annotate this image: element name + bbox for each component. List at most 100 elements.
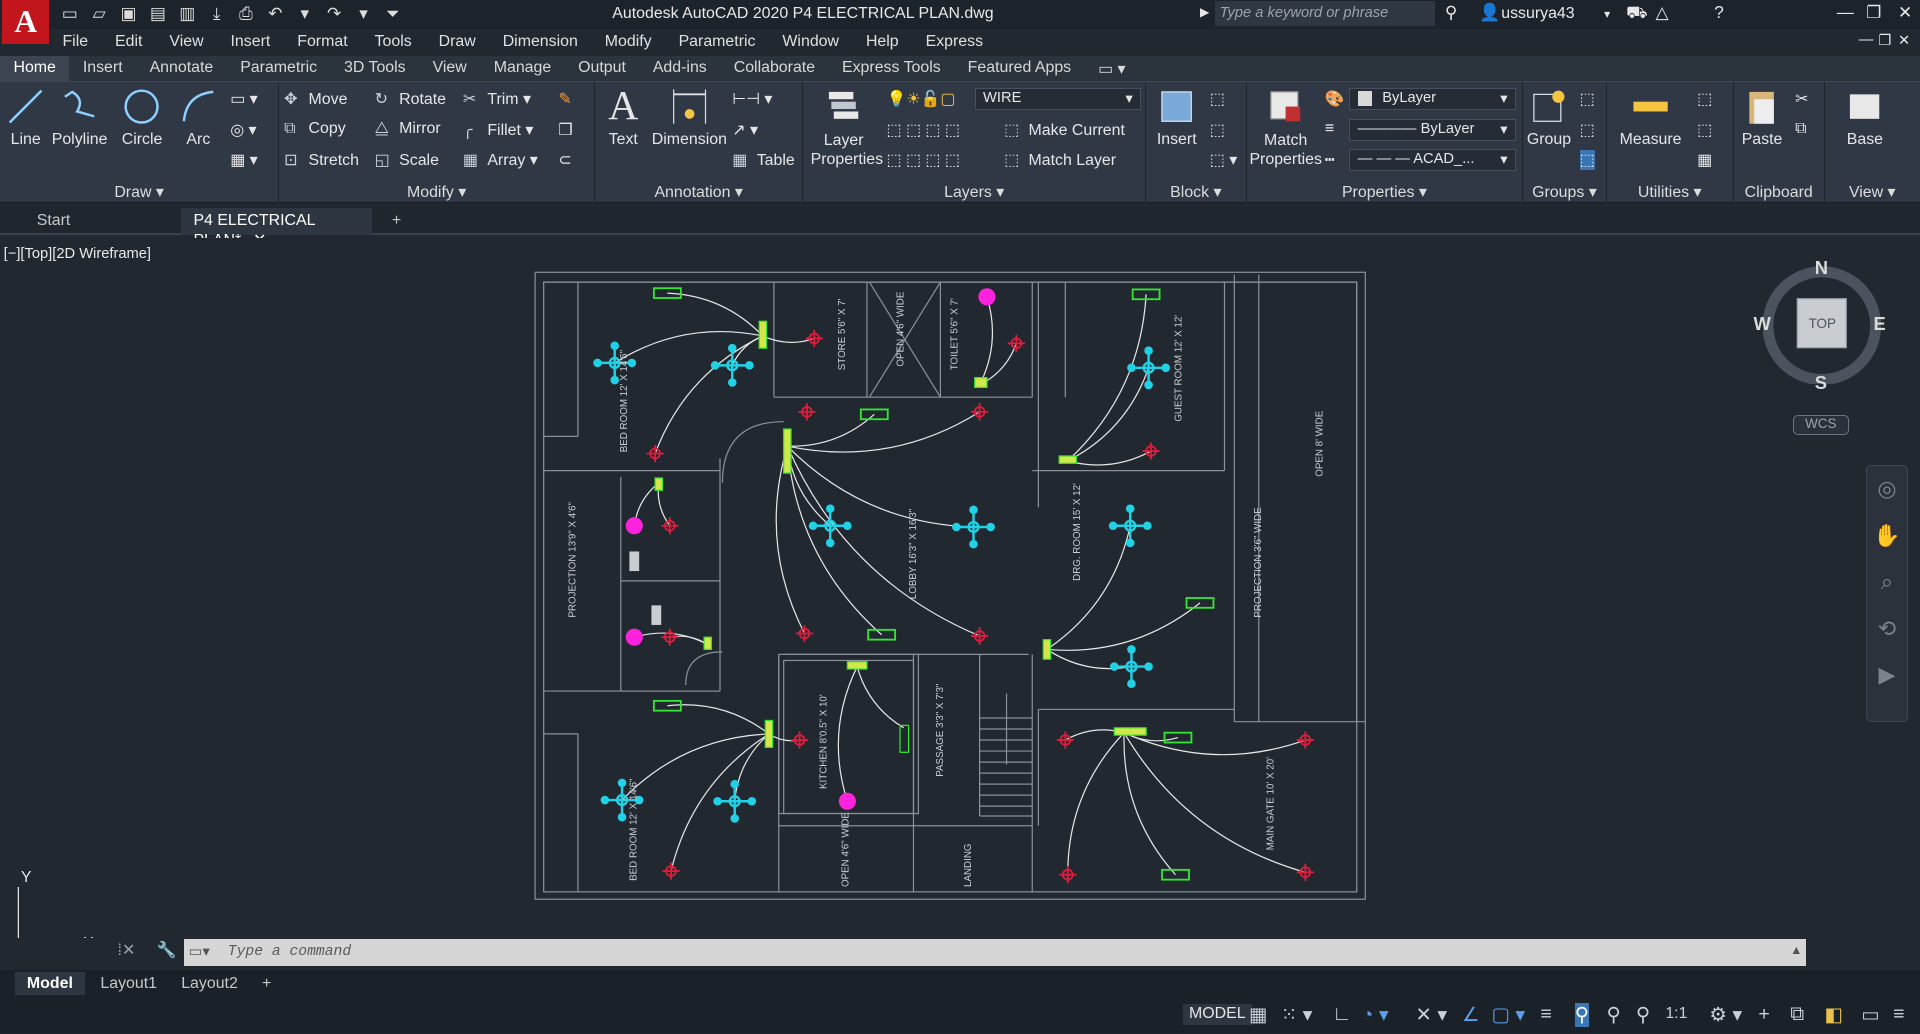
linetype-dropdown[interactable]: — — — ACAD_... ▾ [1349, 149, 1516, 172]
menu-format[interactable]: Format [284, 31, 361, 55]
rectangle-icon[interactable]: ▭ ▾ [230, 89, 257, 109]
doc-minimize-icon[interactable]: — [1859, 32, 1874, 48]
lineweight-dropdown[interactable]: ———— ByLayer ▾ [1349, 118, 1516, 141]
command-input[interactable]: Type a command [183, 939, 1807, 967]
drawing-tab[interactable]: P4 ELECTRICAL PLAN* ✕ [181, 208, 373, 249]
menu-edit[interactable]: Edit [102, 31, 156, 55]
annotation-scale-icon[interactable]: ⚲ [1636, 1003, 1650, 1027]
menu-dimension[interactable]: Dimension [489, 31, 591, 55]
customize-qat-icon[interactable]: ⏷ [382, 2, 404, 24]
customize-status-icon[interactable]: ≡ [1893, 1003, 1904, 1026]
id-point-icon[interactable]: ⬚ [1697, 89, 1712, 109]
isodraft-icon[interactable]: ✕ ▾ [1416, 1003, 1448, 1027]
binoculars-icon[interactable]: ⚲ [1445, 2, 1458, 23]
tab-layout1[interactable]: Layout1 [88, 972, 169, 995]
units-icon[interactable]: ⧉ [1790, 1003, 1804, 1026]
calculator-icon[interactable]: ▦ [1697, 150, 1712, 170]
menu-tools[interactable]: Tools [361, 31, 425, 55]
edit-block-icon[interactable]: ⬚ [1210, 120, 1225, 140]
menu-file[interactable]: File [49, 31, 102, 55]
viewcube-top[interactable]: TOP [1809, 316, 1836, 331]
compass-east[interactable]: E [1873, 313, 1885, 335]
compass-west[interactable]: W [1753, 313, 1770, 335]
layers-panel-title[interactable]: Layers ▾ [803, 182, 1145, 202]
annotation-monitor-icon[interactable]: + [1758, 1003, 1769, 1026]
command-close-icon[interactable]: ⁞✕ [118, 940, 136, 960]
tab-home[interactable]: Home [0, 56, 70, 81]
clipboard-panel-title[interactable]: Clipboard [1734, 184, 1824, 202]
help-icon[interactable]: ? [1714, 2, 1724, 23]
print-icon[interactable]: ⎙ [235, 2, 257, 24]
insert-block-tool[interactable]: Insert [1151, 87, 1202, 149]
tab-collaborate[interactable]: Collaborate [720, 56, 828, 80]
group-edit-icon[interactable]: ⬚ [1580, 120, 1595, 140]
grid-icon[interactable]: ▦ [1249, 1003, 1268, 1027]
layer-tools-row2-icons[interactable]: ⬚ ⬚ ⬚ ⬚ [887, 150, 960, 170]
offset-icon[interactable]: ⊂ [558, 150, 571, 170]
export-icon[interactable]: ⤓ [206, 2, 228, 24]
tab-layout2[interactable]: Layout2 [169, 972, 250, 995]
layer-properties-tool[interactable]: Layer Properties [811, 87, 883, 170]
floor-plan-canvas[interactable]: BED ROOM 12' X 14'6" STORE 5'6" X 7' OPE… [0, 238, 1920, 938]
save-as-icon[interactable]: ▤ [147, 2, 169, 24]
open-file-icon[interactable]: ▱ [88, 2, 110, 24]
utilities-panel-title[interactable]: Utilities ▾ [1607, 182, 1733, 202]
group-selection-icon[interactable]: ⬚ [1579, 150, 1595, 171]
close-icon[interactable]: ✕ [1898, 2, 1912, 23]
tab-view[interactable]: View [419, 56, 480, 80]
explode-icon[interactable]: ❒ [558, 120, 572, 140]
menu-help[interactable]: Help [852, 31, 912, 55]
match-properties-tool[interactable]: Match Properties [1249, 87, 1322, 170]
model-space-toggle[interactable]: MODEL [1182, 1004, 1252, 1025]
trim-tool[interactable]: ✂ Trim ▾ [463, 89, 531, 109]
group-tool[interactable]: Group [1526, 87, 1573, 149]
clean-screen-icon[interactable]: ▭ [1861, 1003, 1880, 1027]
menu-parametric[interactable]: Parametric [665, 31, 769, 55]
tab-annotate[interactable]: Annotate [136, 56, 227, 80]
undo-icon[interactable]: ↶ [264, 2, 286, 24]
tab-manage[interactable]: Manage [480, 56, 564, 80]
search-expand-icon[interactable]: ▶ [1200, 5, 1209, 19]
command-customize-icon[interactable]: 🔧 [157, 940, 177, 960]
app-logo[interactable]: A [2, 0, 49, 45]
add-layout-icon[interactable]: + [250, 972, 284, 995]
orbit-icon[interactable]: ⟲ [1867, 606, 1907, 653]
tab-parametric[interactable]: Parametric [227, 56, 331, 80]
doc-restore-icon[interactable]: ❐ [1878, 32, 1891, 49]
menu-draw[interactable]: Draw [425, 31, 489, 55]
new-tab-icon[interactable]: + [380, 208, 414, 235]
properties-panel-title[interactable]: Properties ▾ [1247, 182, 1523, 202]
menu-modify[interactable]: Modify [591, 31, 665, 55]
snap-icon[interactable]: ⁙ ▾ [1281, 1003, 1313, 1027]
block-panel-title[interactable]: Block ▾ [1146, 182, 1245, 202]
ungroup-icon[interactable]: ⬚ [1580, 89, 1595, 109]
circle-tool[interactable]: Circle [118, 87, 167, 149]
create-block-icon[interactable]: ⬚ [1210, 89, 1225, 109]
command-history-icon[interactable]: ▲ [1790, 943, 1802, 957]
layer-tools-row1-icons[interactable]: ⬚ ⬚ ⬚ ⬚ [887, 120, 960, 140]
autoscale-icon[interactable]: ⚲ [1607, 1003, 1621, 1027]
layer-state-icons[interactable]: 💡☀🔓▢ [887, 89, 956, 109]
new-file-icon[interactable]: ▭ [59, 2, 81, 24]
restore-icon[interactable]: ❐ [1866, 2, 1881, 23]
help-search-input[interactable]: Type a keyword or phrase [1214, 1, 1436, 26]
ribbon-toggle-icon[interactable]: ▭ ▾ [1085, 56, 1139, 80]
cut-icon[interactable]: ✂ [1795, 89, 1808, 109]
array-tool[interactable]: ▦ Array ▾ [463, 150, 538, 170]
pan-icon[interactable]: ✋ [1867, 513, 1907, 560]
copy-clip-icon[interactable]: ⧉ [1795, 120, 1806, 138]
user-name[interactable]: ussurya43 [1501, 5, 1574, 23]
table-tool[interactable]: ▦ Table [732, 150, 795, 170]
dimension-tool[interactable]: Dimension [651, 87, 727, 149]
arc-tool[interactable]: Arc [174, 87, 223, 149]
paste-tool[interactable]: Paste [1739, 87, 1786, 149]
viewcube[interactable]: TOP N S E W [1753, 257, 1885, 393]
mirror-tool[interactable]: ⧋ Mirror [375, 120, 441, 138]
menu-view[interactable]: View [156, 31, 217, 55]
stretch-tool[interactable]: ⊡ Stretch [284, 150, 359, 170]
wcs-menu[interactable]: WCS [1792, 415, 1849, 435]
menu-insert[interactable]: Insert [217, 31, 284, 55]
publish-icon[interactable]: ▥ [176, 2, 198, 24]
zoom-extents-icon[interactable]: ⌕ [1867, 559, 1907, 606]
annotation-scale-value[interactable]: 1:1 [1665, 1005, 1687, 1023]
